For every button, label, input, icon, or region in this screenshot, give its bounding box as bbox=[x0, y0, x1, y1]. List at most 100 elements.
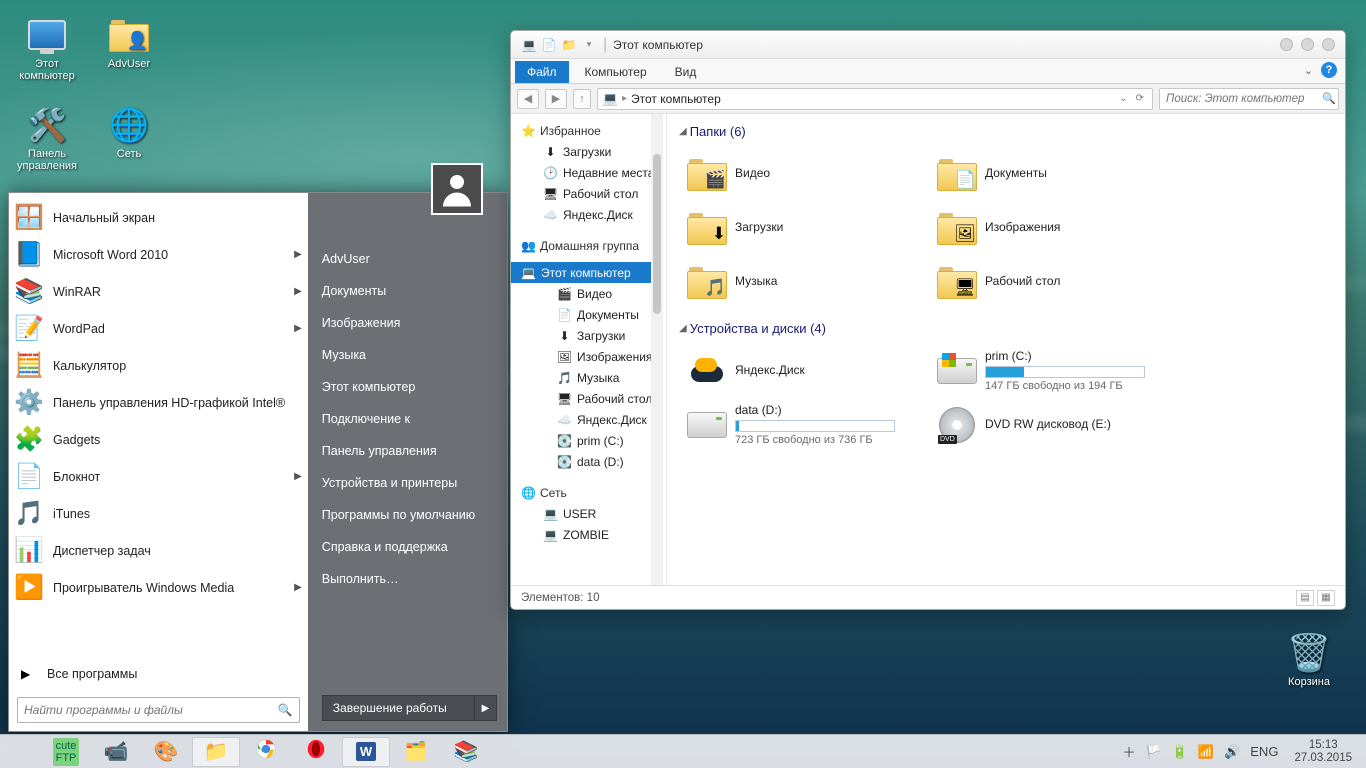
breadcrumb-text[interactable]: Этот компьютер bbox=[631, 92, 721, 106]
device-item[interactable]: prim (C:)147 ГБ свободно из 194 ГБ bbox=[935, 344, 1185, 398]
tray-volume-icon[interactable]: 🔊 bbox=[1224, 744, 1240, 760]
start-app-item[interactable]: 🧩Gadgets bbox=[9, 421, 308, 458]
taskbar-winrar[interactable]: 📚 bbox=[442, 737, 490, 767]
taskbar-chrome[interactable] bbox=[242, 737, 290, 767]
taskbar-cuteftp[interactable]: cuteFTP bbox=[42, 737, 90, 767]
desktop-icon-recycle-bin[interactable]: 🗑️ Корзина bbox=[1272, 628, 1346, 700]
tree-item[interactable]: 🖥Рабочий стол bbox=[521, 388, 663, 409]
desktop-icon-advuser[interactable]: 👤 AdvUser bbox=[92, 10, 166, 82]
start-app-item[interactable]: 📝WordPad▶ bbox=[9, 310, 308, 347]
start-app-item[interactable]: 📚WinRAR▶ bbox=[9, 273, 308, 310]
taskbar-explorer[interactable]: 📁 bbox=[192, 737, 240, 767]
user-avatar[interactable] bbox=[431, 163, 483, 215]
folder-item[interactable]: 🎵Музыка bbox=[685, 255, 935, 309]
start-button[interactable] bbox=[4, 738, 38, 766]
tree-homegroup[interactable]: 👥Домашняя группа bbox=[521, 235, 663, 256]
start-right-link[interactable]: Музыка bbox=[322, 339, 497, 371]
desktop-icon-network[interactable]: 🌐 Сеть bbox=[92, 100, 166, 172]
start-app-item[interactable]: 📄Блокнот▶ bbox=[9, 458, 308, 495]
tray-battery-icon[interactable]: 🔋 bbox=[1172, 744, 1188, 760]
start-app-item[interactable]: 🪟Начальный экран bbox=[9, 199, 308, 236]
start-app-item[interactable]: 🎵iTunes bbox=[9, 495, 308, 532]
explorer-search-box[interactable]: 🔍 bbox=[1159, 88, 1339, 110]
tab-computer[interactable]: Компьютер bbox=[573, 61, 659, 83]
start-right-link[interactable]: Этот компьютер bbox=[322, 371, 497, 403]
tree-item[interactable]: 🎬Видео bbox=[521, 283, 663, 304]
tree-item[interactable]: ⬇Загрузки bbox=[521, 325, 663, 346]
start-app-item[interactable]: 📘Microsoft Word 2010▶ bbox=[9, 236, 308, 273]
tray-language[interactable]: ENG bbox=[1250, 744, 1278, 759]
taskbar-opera[interactable] bbox=[292, 737, 340, 767]
taskbar-webcam[interactable]: 📹 bbox=[92, 737, 140, 767]
folder-item[interactable]: 🎬Видео bbox=[685, 147, 935, 201]
explorer-search-input[interactable] bbox=[1166, 93, 1322, 105]
tree-item[interactable]: 📄Документы bbox=[521, 304, 663, 325]
properties-icon[interactable]: 📄 bbox=[541, 37, 557, 53]
tree-network[interactable]: 🌐Сеть bbox=[521, 482, 663, 503]
tree-scrollbar[interactable] bbox=[651, 114, 663, 585]
tree-item[interactable]: 🕑Недавние места bbox=[521, 162, 663, 183]
maximize-button[interactable] bbox=[1301, 38, 1314, 51]
group-folders-header[interactable]: ◢Папки (6) bbox=[675, 122, 1345, 147]
taskbar-commander[interactable]: 🗂️ bbox=[392, 737, 440, 767]
desktop-icon-this-pc[interactable]: Этот компьютер bbox=[10, 10, 84, 82]
tab-view[interactable]: Вид bbox=[663, 61, 709, 83]
help-icon[interactable]: ? bbox=[1321, 62, 1337, 78]
tree-item[interactable]: 💽prim (C:) bbox=[521, 430, 663, 451]
taskbar-word[interactable]: W bbox=[342, 737, 390, 767]
explorer-titlebar[interactable]: 💻 📄 📁 ▾ | Этот компьютер bbox=[511, 31, 1345, 59]
nav-up-button[interactable]: ↑ bbox=[573, 89, 591, 109]
start-right-link[interactable]: Выполнить… bbox=[322, 563, 497, 595]
shutdown-button[interactable]: Завершение работы ▶ bbox=[322, 695, 497, 721]
start-app-item[interactable]: ▶️Проигрыватель Windows Media▶ bbox=[9, 569, 308, 606]
start-search-input[interactable] bbox=[24, 703, 278, 717]
start-app-item[interactable]: 🧮Калькулятор bbox=[9, 347, 308, 384]
start-right-link[interactable]: Подключение к bbox=[322, 403, 497, 435]
taskbar-paint[interactable]: 🎨 bbox=[142, 737, 190, 767]
folder-item[interactable]: 🖼Изображения bbox=[935, 201, 1185, 255]
refresh-icon[interactable]: ⟳ bbox=[1136, 93, 1144, 104]
folder-item[interactable]: ⬇Загрузки bbox=[685, 201, 935, 255]
device-item[interactable]: Яндекс.Диск bbox=[685, 344, 935, 398]
tree-this-pc[interactable]: 💻Этот компьютер bbox=[511, 262, 651, 283]
taskbar-clock[interactable]: 15:13 27.03.2015 bbox=[1288, 739, 1358, 764]
scrollbar-thumb[interactable] bbox=[653, 154, 661, 314]
tree-item[interactable]: 💻ZOMBIE bbox=[521, 524, 663, 545]
tree-item[interactable]: 🎵Музыка bbox=[521, 367, 663, 388]
start-right-link[interactable]: Программы по умолчанию bbox=[322, 499, 497, 531]
tree-item[interactable]: 🖥Рабочий стол bbox=[521, 183, 663, 204]
view-icons-button[interactable]: ▦ bbox=[1317, 590, 1335, 606]
chevron-right-icon[interactable]: ▶ bbox=[474, 696, 496, 720]
device-item[interactable]: DVD RW дисковод (E:) bbox=[935, 398, 1185, 452]
all-programs-button[interactable]: ▶ Все программы bbox=[9, 659, 308, 689]
tree-item[interactable]: 🖼Изображения bbox=[521, 346, 663, 367]
tree-item[interactable]: ⬇Загрузки bbox=[521, 141, 663, 162]
start-right-link[interactable]: Панель управления bbox=[322, 435, 497, 467]
tray-flag-icon[interactable]: 🏳️ bbox=[1146, 744, 1162, 760]
view-details-button[interactable]: ▤ bbox=[1296, 590, 1314, 606]
folder-item[interactable]: 🖥Рабочий стол bbox=[935, 255, 1185, 309]
start-right-link[interactable]: Изображения bbox=[322, 307, 497, 339]
nav-forward-button[interactable]: ▶ bbox=[545, 89, 567, 109]
desktop-icon-control-panel[interactable]: 🛠️ Панель управления bbox=[10, 100, 84, 172]
chevron-down-icon[interactable]: ▾ bbox=[581, 37, 597, 53]
device-item[interactable]: data (D:)723 ГБ свободно из 736 ГБ bbox=[685, 398, 935, 452]
chevron-down-icon[interactable]: ⌄ bbox=[1119, 93, 1127, 104]
group-devices-header[interactable]: ◢Устройства и диски (4) bbox=[675, 319, 1345, 344]
tree-item[interactable]: 💽data (D:) bbox=[521, 451, 663, 472]
tab-file[interactable]: Файл bbox=[515, 61, 569, 83]
tray-more-icon[interactable]: ＋ bbox=[1123, 742, 1136, 761]
tree-item[interactable]: ☁️Яндекс.Диск bbox=[521, 204, 663, 225]
start-right-link[interactable]: Устройства и принтеры bbox=[322, 467, 497, 499]
start-search-box[interactable]: 🔍 bbox=[17, 697, 300, 723]
start-right-link[interactable]: AdvUser bbox=[322, 243, 497, 275]
address-bar[interactable]: 💻 ▸ Этот компьютер ⌄ ⟳ bbox=[597, 88, 1153, 110]
close-button[interactable] bbox=[1322, 38, 1335, 51]
folder-item[interactable]: 📄Документы bbox=[935, 147, 1185, 201]
tree-item[interactable]: ☁️Яндекс.Диск bbox=[521, 409, 663, 430]
start-right-link[interactable]: Справка и поддержка bbox=[322, 531, 497, 563]
nav-back-button[interactable]: ◀ bbox=[517, 89, 539, 109]
new-folder-icon[interactable]: 📁 bbox=[561, 37, 577, 53]
start-app-item[interactable]: 📊Диспетчер задач bbox=[9, 532, 308, 569]
minimize-button[interactable] bbox=[1280, 38, 1293, 51]
